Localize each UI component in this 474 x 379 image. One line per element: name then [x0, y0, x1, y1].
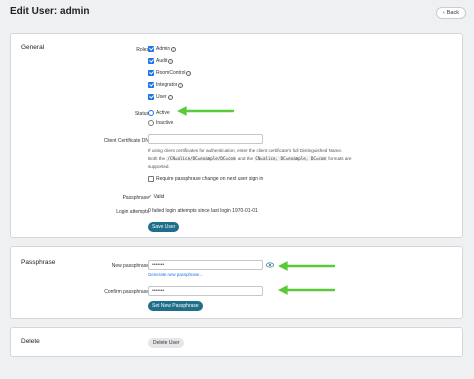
login-attempts-value: 0 failed login attempts since last login… — [148, 208, 258, 214]
passphrase-status-value: ✓ Valid — [148, 194, 164, 200]
require-change-label: Require passphrase change on next user s… — [156, 176, 264, 182]
info-icon[interactable]: i — [167, 94, 173, 100]
back-button-label: Back — [446, 10, 459, 16]
role-user-label: User — [156, 94, 167, 100]
confirm-passphrase-input[interactable]: ••••••• — [148, 286, 263, 296]
role-admin[interactable]: Admin i — [148, 46, 177, 52]
status-inactive-label: Inactive — [156, 120, 174, 126]
status-active-radio[interactable] — [148, 110, 154, 116]
role-admin-label: Admin — [156, 46, 171, 52]
help-both: Both the — [148, 156, 166, 161]
check-icon: ✓ — [148, 194, 153, 200]
login-attempts-label: Login attempts — [116, 209, 149, 215]
status-inactive-radio[interactable] — [148, 120, 154, 126]
role-audit-label: Audit — [156, 58, 168, 64]
role-integrator[interactable]: Integrator i — [148, 82, 184, 88]
delete-card: Delete Delete User — [10, 327, 463, 357]
roomcontrol-checkbox[interactable] — [148, 70, 154, 76]
delete-user-button[interactable]: Delete User — [148, 338, 185, 348]
info-icon[interactable]: i — [178, 82, 184, 88]
help-and: and the — [237, 156, 254, 161]
user-checkbox[interactable] — [148, 94, 154, 100]
new-passphrase-label: New passphrase — [111, 263, 149, 269]
info-icon[interactable]: i — [171, 46, 177, 52]
set-passphrase-button[interactable]: Set New Passphrase — [148, 301, 203, 311]
client-cert-label: Client Certificate DN — [103, 138, 149, 144]
passphrase-status-label: Passphrase — [122, 195, 149, 201]
admin-checkbox[interactable] — [148, 46, 154, 52]
green-arrow-icon — [278, 285, 336, 295]
back-chevron-icon: ‹ — [442, 10, 445, 16]
help-formats: formats are — [328, 156, 352, 161]
new-passphrase-input[interactable]: ••••••• — [148, 260, 263, 270]
status-label: Status — [134, 111, 149, 117]
back-button[interactable]: ‹ Back — [435, 7, 466, 19]
generate-passphrase-link[interactable]: Generate new passphrase... — [148, 272, 203, 277]
status-active-label: Active — [156, 110, 170, 116]
help-code-1: /CN=alice/DC=example/DC=com — [166, 156, 237, 161]
client-cert-input[interactable] — [148, 134, 263, 144]
passphrase-valid-text: Valid — [153, 194, 165, 200]
info-icon[interactable]: i — [186, 70, 192, 76]
role-audit[interactable]: Audit i — [148, 58, 174, 64]
eye-icon[interactable] — [266, 262, 274, 268]
info-icon[interactable]: i — [168, 58, 174, 64]
green-arrow-icon — [177, 106, 235, 116]
page-title: Edit User: admin — [10, 6, 90, 17]
role-roomcontrol-label: RoomControl — [156, 70, 186, 76]
status-inactive-option[interactable]: Inactive — [148, 120, 173, 126]
help-line-1: If using client certificates for authent… — [148, 148, 343, 153]
integrator-checkbox[interactable] — [148, 82, 154, 88]
status-active-option[interactable]: Active — [148, 110, 170, 116]
passphrase-section-title: Passphrase — [21, 259, 56, 266]
save-user-button[interactable]: Save User — [148, 222, 180, 232]
confirm-passphrase-label: Confirm passphrase — [104, 289, 149, 295]
general-section-title: General — [21, 44, 45, 51]
passphrase-card: Passphrase New passphrase ••••••• Genera… — [10, 246, 463, 319]
green-arrow-icon — [278, 261, 336, 271]
delete-section-title: Delete — [21, 338, 40, 345]
role-roomcontrol[interactable]: RoomControl i — [148, 70, 192, 76]
client-cert-help: If using client certificates for authent… — [148, 147, 453, 171]
help-line-3: supported. — [148, 164, 170, 169]
help-code-2: CN=alice, DC=example, DC=com — [254, 156, 327, 161]
role-integrator-label: Integrator — [156, 82, 178, 88]
role-user[interactable]: User i — [148, 94, 173, 100]
audit-checkbox[interactable] — [148, 58, 154, 64]
require-change-option[interactable]: Require passphrase change on next user s… — [148, 176, 263, 182]
help-line-2: Both the /CN=alice/DC=example/DC=com and… — [148, 155, 453, 163]
general-card: General Roles Admin i Audit i RoomContro… — [10, 33, 463, 238]
require-change-checkbox[interactable] — [148, 176, 154, 182]
